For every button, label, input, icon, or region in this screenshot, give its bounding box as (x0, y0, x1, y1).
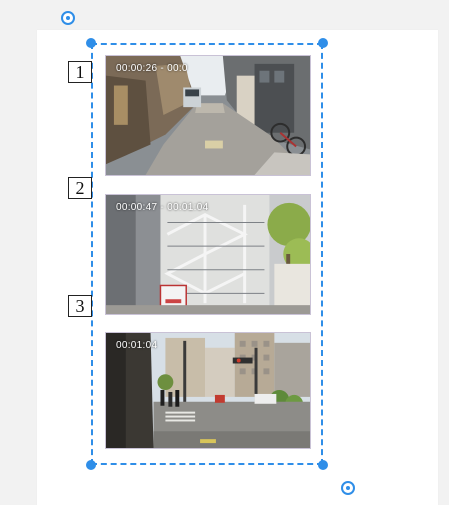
thumbnail-timecode: 00:01:04 (116, 340, 158, 351)
editor-canvas: 1 2 3 00:00:26 - 00:0 00:00:47 - 00:01:0… (0, 0, 449, 505)
item-number-label: 3 (68, 295, 92, 317)
item-number-label: 1 (68, 61, 92, 83)
thumbnail-timecode: 00:00:47 - 00:01:04 (116, 202, 209, 213)
resize-handle-top-right[interactable] (318, 38, 328, 48)
resize-handle-bottom-right[interactable] (318, 460, 328, 470)
item-number-label: 2 (68, 177, 92, 199)
video-thumbnail[interactable]: 00:00:47 - 00:01:04 (105, 194, 311, 315)
rotate-handle-top-icon[interactable] (61, 11, 75, 25)
video-thumbnail[interactable]: 00:00:26 - 00:0 (105, 55, 311, 176)
resize-handle-bottom-left[interactable] (86, 460, 96, 470)
thumbnail-timecode: 00:00:26 - 00:0 (116, 63, 188, 74)
resize-handle-top-left[interactable] (86, 38, 96, 48)
rotate-handle-bottom-icon[interactable] (341, 481, 355, 495)
video-thumbnail[interactable]: 00:01:04 (105, 332, 311, 449)
